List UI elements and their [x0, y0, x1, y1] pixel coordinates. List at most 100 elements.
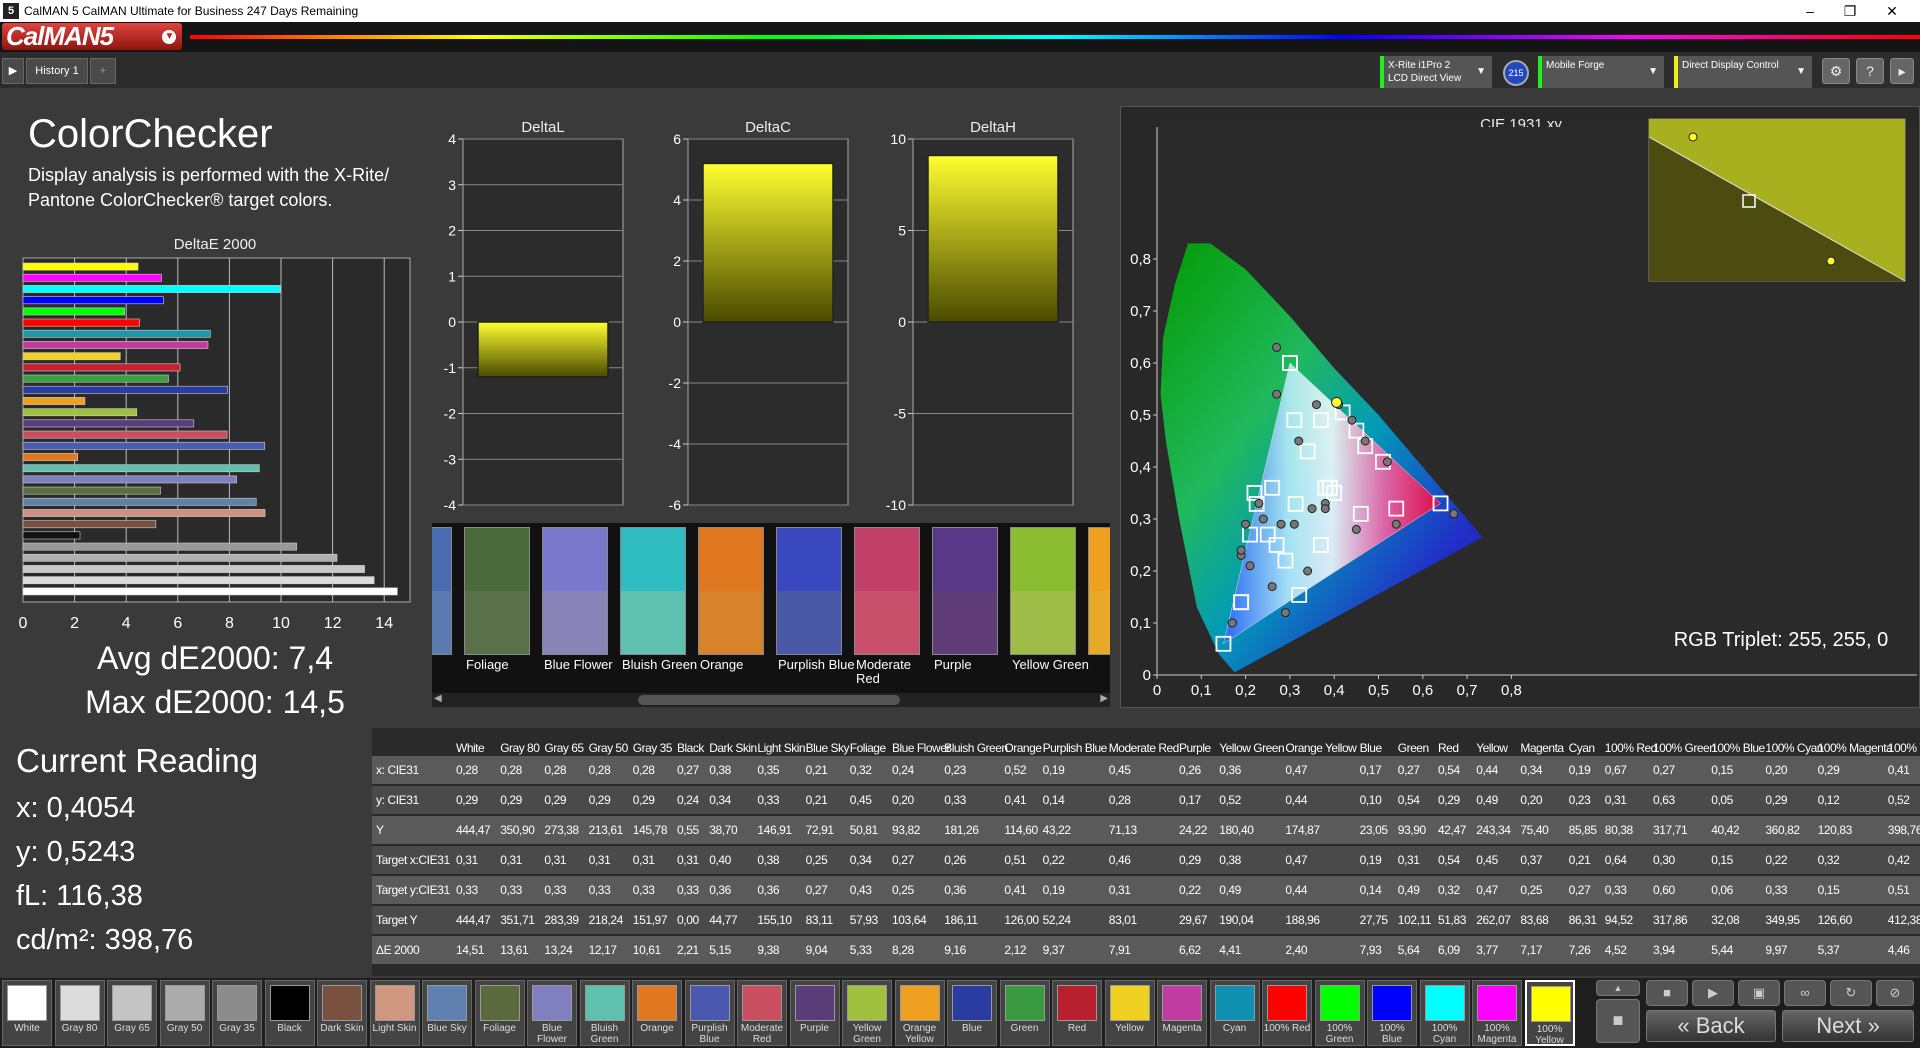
stop-icon[interactable]: ■ — [1596, 999, 1640, 1043]
bottom-swatch[interactable]: Black — [264, 980, 315, 1046]
table-cell: 0,25 — [1520, 883, 1543, 897]
colorchecker-swatch[interactable] — [432, 527, 452, 655]
measured-point — [1280, 608, 1290, 618]
chevron-down-icon: ▼ — [1476, 66, 1486, 77]
bottom-swatch[interactable]: Green — [999, 980, 1050, 1046]
table-cell: 7,91 — [1108, 943, 1131, 957]
next-button[interactable]: Next » — [1782, 1010, 1914, 1042]
measured-point — [1449, 509, 1459, 519]
table-cell: 7,17 — [1520, 943, 1543, 957]
bottom-swatch[interactable]: Blue Flower — [527, 980, 577, 1046]
table-cell: 0,06 — [1711, 883, 1733, 897]
bottom-swatch[interactable]: White — [2, 980, 52, 1046]
stop-measure-icon[interactable]: ▣ — [1738, 980, 1780, 1006]
table-cell: 0,24 — [677, 793, 699, 807]
help-icon[interactable]: ? — [1856, 58, 1884, 84]
scrollbar-thumb[interactable] — [638, 695, 900, 705]
table-cell: 7,93 — [1359, 943, 1382, 957]
refresh-icon[interactable]: ↻ — [1830, 980, 1872, 1006]
swatch-target-color — [777, 528, 841, 591]
cie-x-tick: 0 — [1153, 682, 1161, 699]
minimize-icon[interactable]: – — [1790, 1, 1830, 21]
display-control-selector[interactable]: Direct Display Control ▼ — [1674, 56, 1812, 88]
close-icon[interactable]: ✕ — [1872, 1, 1912, 21]
delta-bar — [927, 154, 1059, 323]
bottom-swatch[interactable]: 100% Yellow — [1524, 980, 1575, 1046]
table-cell: 57,93 — [849, 913, 878, 927]
bottom-swatch[interactable]: Yellow — [1104, 980, 1155, 1046]
tab-history[interactable]: History 1 — [26, 58, 88, 84]
bottom-swatch[interactable]: Orange Yellow — [894, 980, 945, 1046]
bottom-swatch[interactable]: 100% Blue — [1367, 980, 1417, 1046]
bottom-swatch-color — [59, 985, 100, 1021]
deltal-chart: DeltaL 4 3 2 1 0 -1 -2 -3 -4 — [444, 119, 624, 513]
expand-right-icon[interactable]: ▸ — [1890, 58, 1914, 84]
bottom-swatch[interactable]: Yellow Green — [842, 980, 892, 1046]
record-stop-icon[interactable]: ■ — [1646, 980, 1688, 1006]
table-cell: 0,28 — [456, 763, 478, 777]
table-cell: 0,22 — [1179, 883, 1201, 897]
scroll-left-icon[interactable]: ◀ — [434, 693, 442, 704]
gear-icon[interactable]: ⚙ — [1822, 58, 1850, 84]
play-icon[interactable]: ▶ — [2, 58, 24, 84]
bottom-swatch[interactable]: Gray 35 — [212, 980, 262, 1046]
colorchecker-swatch[interactable] — [854, 527, 920, 655]
bottom-swatch[interactable]: Purple — [789, 980, 840, 1046]
meter-badge[interactable]: 215 — [1503, 60, 1529, 86]
colorchecker-swatch[interactable] — [932, 527, 998, 655]
play-measure-icon[interactable]: ▶ — [1692, 980, 1734, 1006]
calman-logo-menu[interactable]: CalMAN5 ▼ — [2, 23, 182, 50]
bottom-swatch[interactable]: Gray 80 — [54, 980, 105, 1046]
dismiss-icon[interactable]: ⊘ — [1876, 980, 1914, 1006]
bottom-swatch[interactable]: Blue Sky — [422, 980, 472, 1046]
meter-device-selector[interactable]: X-Rite i1Pro 2 LCD Direct View ▼ — [1380, 56, 1492, 88]
bottom-swatch-color — [1477, 985, 1517, 1021]
loop-icon[interactable]: ∞ — [1784, 980, 1826, 1006]
de-bar — [22, 576, 375, 585]
bottom-swatch[interactable]: 100% Green — [1314, 980, 1365, 1046]
bottom-swatch[interactable]: Dark Skin — [317, 980, 367, 1046]
colorchecker-swatch[interactable] — [776, 527, 842, 655]
current-point — [1331, 396, 1343, 408]
scroll-right-icon[interactable]: ▶ — [1100, 693, 1108, 704]
bottom-swatch[interactable]: 100% Red — [1262, 980, 1312, 1046]
colorchecker-swatch[interactable] — [698, 527, 764, 655]
bottom-swatch-label: Red — [1067, 1023, 1087, 1034]
swatch-scrollbar[interactable]: ◀ ▶ — [432, 693, 1110, 707]
bottom-swatch[interactable]: Foliage — [474, 980, 525, 1046]
cie-y-tick: 0,4 — [1130, 459, 1151, 476]
cie-y-tick: 0,7 — [1130, 303, 1151, 320]
bottom-swatch[interactable]: Gray 65 — [107, 980, 157, 1046]
bottom-swatch[interactable]: Gray 50 — [159, 980, 210, 1046]
table-cell: 0,23 — [1568, 793, 1591, 807]
bottom-swatch[interactable]: 100% Magenta — [1472, 980, 1522, 1046]
bottom-swatch[interactable]: 100% Cyan — [1419, 980, 1470, 1046]
colorchecker-swatch[interactable] — [464, 527, 530, 655]
colorchecker-swatch[interactable] — [620, 527, 686, 655]
colorchecker-swatch[interactable] — [1088, 527, 1110, 655]
table-cell: 0,63 — [1653, 793, 1675, 807]
swatch-label: Sky — [432, 658, 466, 672]
bottom-swatch-label: 100% Cyan — [1431, 1023, 1458, 1045]
bottom-swatch[interactable]: Magenta — [1157, 980, 1207, 1046]
maximize-icon[interactable]: ❐ — [1830, 1, 1870, 21]
scroll-up-icon[interactable]: ▲ — [1596, 980, 1640, 996]
source-device-selector[interactable]: Mobile Forge ▼ — [1538, 56, 1664, 88]
bottom-swatch[interactable]: Bluish Green — [579, 980, 630, 1046]
bottom-swatch[interactable]: Purplish Blue — [684, 980, 735, 1046]
add-tab-button[interactable]: + — [90, 58, 116, 84]
colorchecker-swatch[interactable] — [542, 527, 608, 655]
bottom-swatch[interactable]: Cyan — [1209, 980, 1260, 1046]
table-cell: 40,42 — [1711, 823, 1740, 837]
back-button[interactable]: « Back — [1646, 1010, 1776, 1042]
measured-point — [1272, 342, 1282, 352]
bottom-swatch[interactable]: Orange — [632, 980, 682, 1046]
bottom-swatch[interactable]: Moderate Red — [737, 980, 787, 1046]
colorchecker-swatch[interactable] — [1010, 527, 1076, 655]
bottom-swatch-color — [374, 985, 415, 1021]
bottom-swatch[interactable]: Red — [1052, 980, 1102, 1046]
swatch-label: Purple — [934, 657, 972, 672]
bottom-swatch[interactable]: Light Skin — [369, 980, 420, 1046]
table-cell: 0,29 — [544, 793, 567, 807]
bottom-swatch[interactable]: Blue — [947, 980, 997, 1046]
